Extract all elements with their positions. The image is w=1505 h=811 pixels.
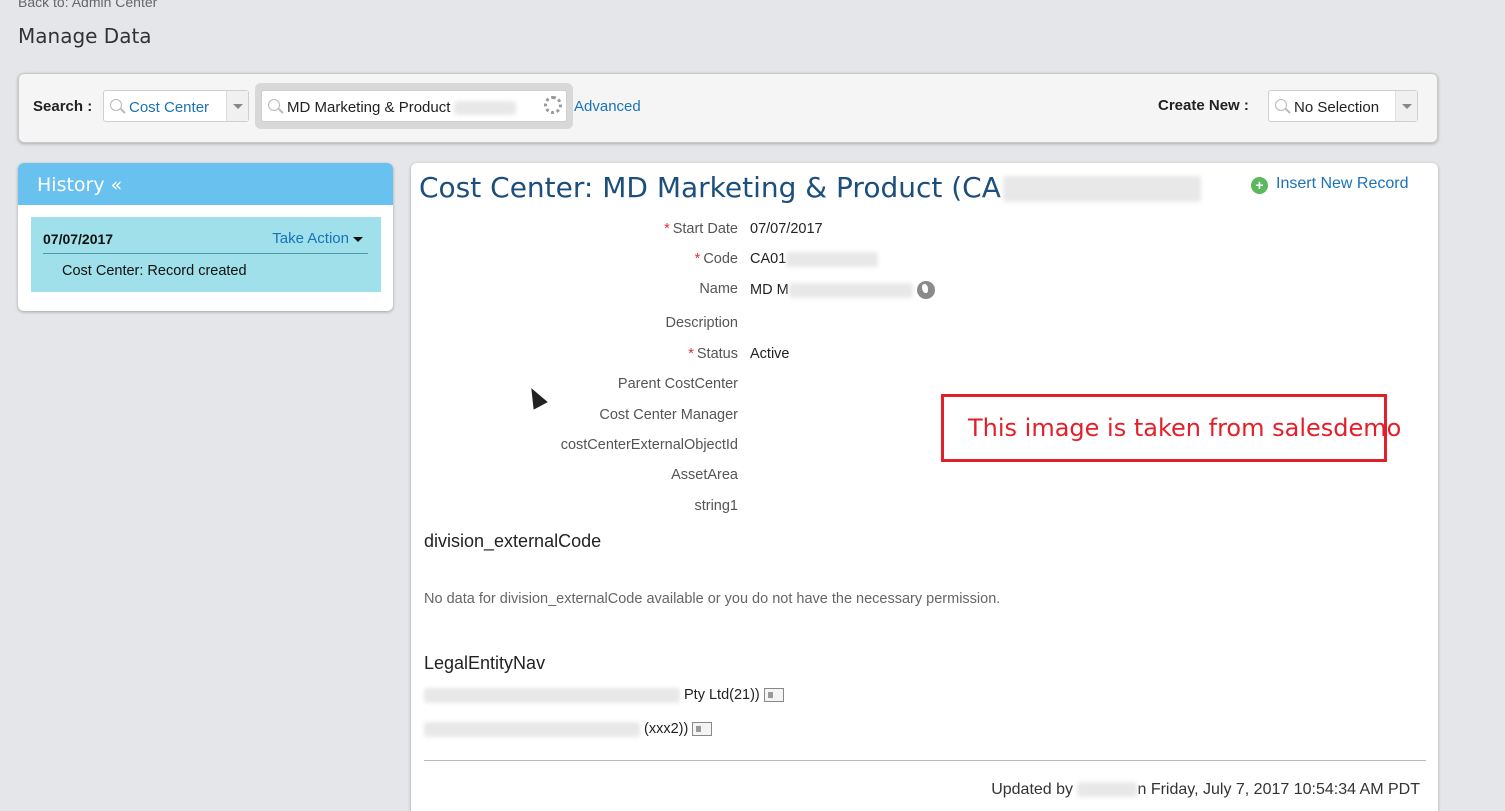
- record-title: Cost Center: MD Marketing & Product (CA: [419, 171, 1201, 204]
- redacted-text: [1077, 782, 1138, 798]
- field-label-description: Description: [665, 315, 738, 331]
- field-label-text: Code: [703, 251, 738, 267]
- required-marker: *: [664, 221, 670, 237]
- insert-new-record-button[interactable]: + Insert New Record: [1251, 175, 1409, 194]
- field-value-text: CA01: [750, 251, 787, 267]
- field-label-asset-area: AssetArea: [671, 467, 738, 483]
- field-label-text: Status: [696, 346, 738, 362]
- page-title: Manage Data: [18, 24, 152, 48]
- globe-icon[interactable]: [916, 281, 935, 299]
- field-label-string1: string1: [694, 498, 738, 514]
- legal-entity-row: (xxx2)): [424, 721, 713, 737]
- create-new-value: No Selection: [1294, 99, 1380, 116]
- spinner-icon: [544, 96, 562, 114]
- field-value-status: Active: [750, 346, 790, 362]
- redacted-text: [786, 251, 879, 267]
- field-label-text: Start Date: [672, 221, 738, 237]
- field-value-text: MD M: [750, 281, 789, 298]
- required-marker: *: [694, 251, 701, 267]
- section-heading-legal-entity: LegalEntityNav: [424, 653, 546, 673]
- advanced-search-link[interactable]: Advanced: [574, 98, 641, 115]
- plus-circle-icon: +: [1251, 177, 1268, 194]
- insert-new-record-label[interactable]: Insert New Record: [1276, 175, 1409, 192]
- updated-by-text: Updated by n Friday, July 7, 2017 10:54:…: [991, 781, 1420, 799]
- take-action-menu[interactable]: Take Action: [272, 230, 363, 247]
- annotation-box: This image is taken from salesdemo: [941, 394, 1401, 462]
- history-divider: [43, 253, 368, 254]
- redacted-text: [788, 282, 913, 298]
- field-label-parent-costcenter: Parent CostCenter: [617, 376, 738, 392]
- required-marker: *: [688, 346, 694, 362]
- field-label-external-object-id: costCenterExternalObjectId: [560, 437, 738, 453]
- legal-entity-value: (xxx2)): [644, 721, 689, 737]
- search-bar: Search : Cost Center MD Marketing & Prod…: [18, 73, 1438, 143]
- record-footer-divider: [424, 760, 1426, 761]
- field-value-code: CA01: [750, 251, 879, 267]
- division-no-data-message: No data for division_externalCode availa…: [424, 591, 1001, 607]
- search-icon: [1275, 99, 1287, 111]
- create-new-label: Create New :: [1158, 97, 1249, 114]
- field-value-name: MD M: [750, 281, 935, 299]
- record-panel: Cost Center: MD Marketing & Product (CA …: [411, 163, 1438, 811]
- history-item[interactable]: 07/07/2017 Take Action Cost Center: Reco…: [31, 217, 381, 292]
- field-label-code: * Code: [695, 251, 738, 267]
- field-label-start-date: * Start Date: [664, 221, 738, 237]
- entity-search-value: MD Marketing & Product: [287, 99, 451, 116]
- search-label: Search :: [33, 98, 93, 115]
- card-icon[interactable]: [763, 688, 784, 703]
- history-title[interactable]: History «: [37, 174, 122, 196]
- search-icon: [110, 99, 122, 111]
- history-item-date: 07/07/2017: [43, 231, 114, 247]
- entity-search-input[interactable]: MD Marketing & Product: [261, 90, 567, 122]
- updated-by-prefix: Updated by: [991, 781, 1074, 798]
- field-label-cost-center-manager: Cost Center Manager: [599, 407, 738, 423]
- annotation-text: This image is taken from salesdemo: [968, 414, 1402, 442]
- history-item-description: Cost Center: Record created: [62, 263, 247, 279]
- history-header[interactable]: History «: [18, 163, 393, 205]
- object-type-value: Cost Center: [129, 99, 210, 116]
- history-panel: History « 07/07/2017 Take Action Cost Ce…: [18, 163, 393, 311]
- redacted-text: [424, 687, 680, 703]
- record-title-text: Cost Center: MD Marketing & Product (CA: [419, 171, 1001, 204]
- field-value-start-date: 07/07/2017: [750, 221, 823, 237]
- field-label-status: * Status: [688, 346, 738, 362]
- card-icon[interactable]: [692, 722, 713, 737]
- caret-down-icon[interactable]: [353, 236, 363, 242]
- take-action-label[interactable]: Take Action: [272, 230, 349, 247]
- chevron-down-icon[interactable]: [226, 91, 248, 121]
- object-type-select[interactable]: Cost Center: [103, 90, 249, 122]
- chevron-down-icon[interactable]: [1395, 91, 1417, 121]
- back-to-admin-center-link[interactable]: Back to: Admin Center: [18, 0, 157, 10]
- redacted-text: [424, 721, 640, 737]
- updated-by-suffix: n Friday, July 7, 2017 10:54:34 AM PDT: [1137, 781, 1420, 798]
- redacted-text: [454, 101, 517, 116]
- redacted-text: [1002, 176, 1201, 202]
- legal-entity-value: Pty Ltd(21)): [684, 687, 760, 703]
- search-icon: [268, 99, 280, 111]
- create-new-select[interactable]: No Selection: [1268, 90, 1418, 122]
- field-label-name: Name: [699, 281, 738, 297]
- legal-entity-row: Pty Ltd(21)): [424, 687, 784, 703]
- section-heading-division: division_externalCode: [424, 531, 602, 551]
